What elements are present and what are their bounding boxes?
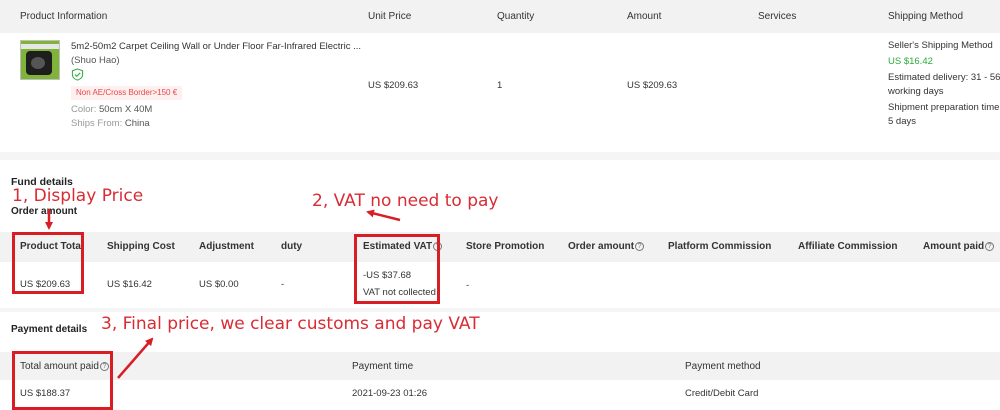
annotation-arrows (45, 209, 401, 379)
annotation-vat-no-pay: 2, VAT no need to pay (312, 191, 499, 211)
arrow-to-estimated-vat (366, 209, 401, 222)
arrow-to-total-paid (117, 337, 154, 379)
annotation-display-price: 1, Display Price (12, 186, 144, 206)
annotation-final-price: 3, Final price, we clear customs and pay… (101, 314, 480, 334)
